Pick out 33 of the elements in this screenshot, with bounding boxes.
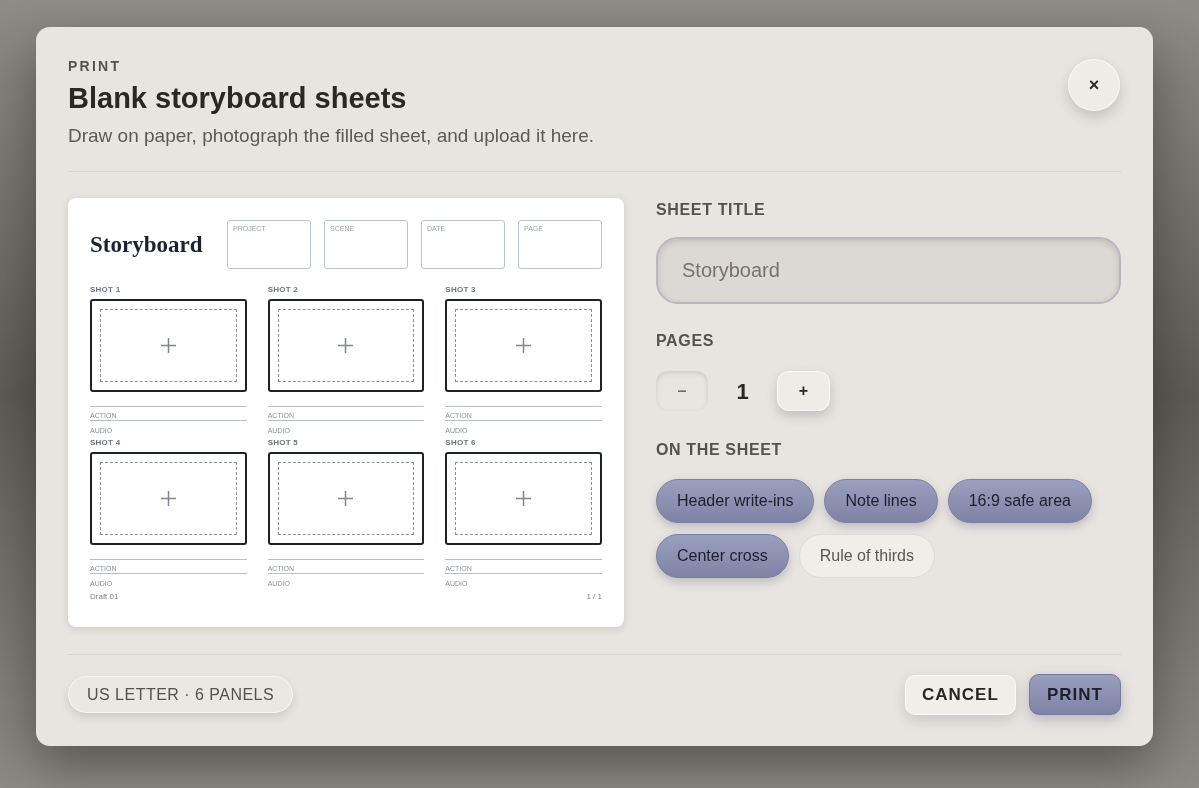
close-button[interactable]: × [1068,59,1120,111]
dialog-eyebrow: PRINT [68,57,123,75]
field-label: ON THE SHEET [656,440,783,460]
option-chip[interactable]: 16:9 safe area [947,479,1092,523]
print-button[interactable]: PRINT [1028,674,1121,715]
shot-label: SHOT 4 [90,438,122,448]
option-chip[interactable]: Center cross [656,534,789,578]
plus-icon [516,491,532,506]
option-chip[interactable]: Note lines [824,479,938,523]
plus-icon [338,338,354,353]
sheet-title-field[interactable]: Storyboard [656,237,1121,304]
option-chip[interactable]: Header write-ins [656,479,815,523]
plus-icon [160,491,176,506]
shot-label: SHOT 3 [445,285,477,295]
plus-icon [516,338,532,353]
paper-format-badge: US LETTER · 6 PANELS [68,676,294,713]
shot-label: SHOT 2 [267,285,299,295]
shot-label: SHOT 1 [90,285,122,295]
page-count: 1 [735,377,750,406]
plus-icon [338,491,354,506]
plus-icon [160,338,176,353]
shot-label: SHOT 5 [267,438,299,448]
increment-button[interactable]: + [777,371,830,411]
draft-label: Draft 01 [90,592,119,602]
dialog-title: Blank storyboard sheets [68,81,408,116]
option-chip[interactable]: Rule of thirds [798,534,935,578]
field-label: PAGES [656,331,716,351]
field-label: SHEET TITLE [656,200,767,220]
page-number: 1 / 1 [586,592,602,602]
shot-label: SHOT 6 [445,438,477,448]
dialog-subtitle: Draw on paper, photograph the filled sheet, and upload it here. [68,124,595,148]
cancel-button[interactable]: CANCEL [904,674,1016,715]
sheet-title: Storyboard [90,230,203,259]
